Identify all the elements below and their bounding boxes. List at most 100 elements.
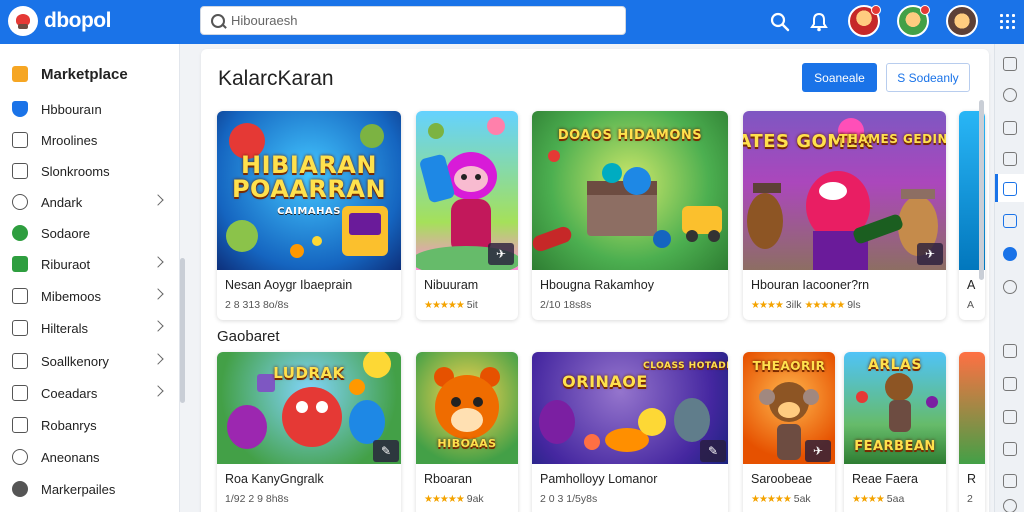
avatar-friend[interactable] [897,5,930,37]
calendar-icon[interactable] [1003,410,1017,424]
secondary-button[interactable]: S Sodeanly [886,63,970,92]
note-icon[interactable] [1003,344,1017,358]
game-meta: 2/10 18s8s [540,299,592,311]
user-avatar[interactable] [946,5,978,37]
game-thumbnail: ✈ [416,111,518,270]
sidebar: Marketplace Hbbouraın Mroolines Slonkroo… [0,44,180,512]
calendar-icon [12,385,28,401]
search-bar[interactable] [200,6,626,35]
game-art-subtitle: CAIMAHAS [277,206,341,217]
game-thumbnail: HIBOAAS [416,352,518,464]
platform-badge-icon: ✎ [700,440,726,462]
gear-icon[interactable] [1003,280,1017,294]
game-title: Roa KanyGngralk [225,472,324,486]
sidebar-scrollbar[interactable] [180,258,185,403]
search-icon [201,7,231,35]
notification-dot [871,5,881,15]
chevron-right-icon [152,288,164,300]
sidebar-header[interactable]: Marketplace [0,60,180,88]
apps-grid-icon[interactable] [1000,13,1018,29]
sidebar-item-6[interactable]: Mibemoos [0,282,180,310]
info-icon[interactable] [1003,499,1017,512]
logo-icon [8,6,38,36]
platform-badge-icon: ✎ [373,440,399,462]
game-thumbnail [959,352,985,464]
sidebar-item-5[interactable]: Riburaot [0,250,180,278]
search-icon[interactable] [766,8,794,36]
search-input[interactable] [231,13,611,28]
chevron-right-icon [152,385,164,397]
sidebar-item-1[interactable]: Mroolines [0,126,180,154]
avatar-games[interactable] [848,5,881,37]
game-art-title: HIBIARAN POAARRAN [231,151,387,203]
chevron-right-icon [152,353,164,365]
sidebar-item-2[interactable]: Slonkrooms [0,157,180,185]
grid-icon [12,288,28,304]
globe-icon[interactable] [1003,247,1017,261]
game-meta: ★★★★ 3ilk ★★★★★ 9ls [751,299,861,311]
game-title: Hbougna Rakamhoy [540,278,654,292]
sidebar-item-label: Robanrys [41,417,97,433]
store-icon [12,132,28,148]
game-card[interactable]: ✈ Nibuuram ★★★★★ 5it [416,111,518,320]
game-card[interactable]: R 2 [959,352,985,512]
chevron-right-icon [152,320,164,332]
grid-view-icon[interactable] [1003,214,1017,228]
sidebar-item-7[interactable]: Hilterals [0,314,180,342]
star-rating-icon: ★★★★★ [804,300,845,311]
sidebar-item-10[interactable]: Robanrys [0,411,180,439]
game-card[interactable]: DOAOS HIDAMONS Hbougna Rakamhoy 2/10 18s… [532,111,728,320]
game-card[interactable]: THEAORIR ✈ Saroobeae ★★★★★ 5ak [743,352,835,512]
game-art-subtitle: FEARBEAN [854,439,936,454]
sidebar-item-11[interactable]: Aneonans [0,443,180,471]
sidebar-item-label: Slonkrooms [41,163,110,179]
platform-badge-icon: ✈ [488,243,514,265]
chevron-right-icon [152,256,164,268]
game-card[interactable]: TATES GOMEK THAMES GEDINES ✈ Hbouran Iac… [743,111,946,320]
primary-button[interactable]: Soaneale [802,63,877,92]
sidebar-item-label: Riburaot [41,256,91,272]
sidebar-item-12[interactable]: Markerpailes [0,475,180,503]
sidebar-item-0[interactable]: Hbbouraın [0,95,180,123]
platform-badge-icon: ✈ [805,440,831,462]
game-art-title: DOAOS HIDAMONS [557,128,703,143]
sidebar-item-label: Mibemoos [41,288,101,304]
sidebar-item-8[interactable]: Soallkenory [0,347,180,375]
sidebar-item-4[interactable]: Sodaore [0,219,180,247]
marketplace-icon [12,66,28,82]
chart-icon[interactable] [1003,377,1017,391]
sidebar-item-label: Aneonans [41,449,100,465]
sidebar-item-label: Mroolines [41,132,98,148]
heart-icon [12,449,28,465]
sidebar-item-label: Sodaore [41,225,91,241]
game-meta: 2 [967,493,973,505]
share-icon[interactable] [1003,474,1017,488]
book-icon[interactable] [1003,152,1017,166]
section-title: Gaobaret [217,328,280,345]
rooms-icon [12,163,28,179]
sidebar-item-9[interactable]: Coeadars [0,379,180,407]
sidebar-item-3[interactable]: Andark [0,188,180,216]
game-card[interactable]: HIBOAAS Rboaran ★★★★★ 9ak [416,352,518,512]
window-icon[interactable] [1003,121,1017,135]
game-thumbnail: ORINAOE CLOASS HOTADE ✎ [532,352,728,464]
sidebar-title: Marketplace [41,65,128,83]
app-logo[interactable]: dbopol [8,6,111,36]
game-art-subtitle: THAMES GEDINES [839,132,946,146]
sidebar-item-label: Andark [41,194,83,210]
game-card[interactable]: LUDRAK ✎ Roa KanyGngralk 1/92 2 9 8h8s [217,352,401,512]
clock-icon[interactable] [1003,88,1017,102]
game-art-subtitle: CLOASS HOTADE [643,361,728,371]
game-card[interactable]: HIBIARAN POAARRAN CAIMAHAS Nesan Aoygr I… [217,111,401,320]
game-card[interactable]: ARLAS FEARBEAN Reae Faera ★★★★ 5aa [844,352,946,512]
game-art-title: ORINAOE [562,372,648,391]
game-meta: ★★★★★ 5ak [751,493,811,505]
layout-icon[interactable] [1003,182,1017,196]
panel-icon[interactable] [1003,57,1017,71]
top-bar: dbopol [0,0,1024,44]
bell-icon[interactable] [805,8,833,36]
star-rating-icon: ★★★★ [852,494,885,505]
game-card[interactable]: ORINAOE CLOASS HOTADE ✎ Pamholloyy Loman… [532,352,728,512]
list-icon[interactable] [1003,442,1017,456]
main-scrollbar[interactable] [979,100,984,280]
